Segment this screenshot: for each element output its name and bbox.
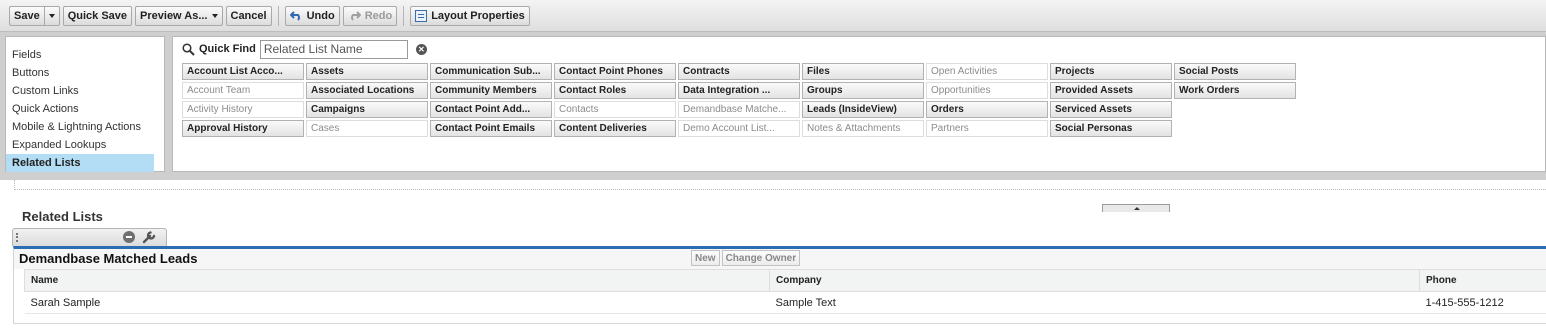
palette-item[interactable]: Associated Locations: [306, 82, 428, 99]
palette-item[interactable]: Notes & Attachments: [802, 120, 924, 137]
palette-item[interactable]: Projects: [1050, 63, 1172, 80]
cancel-button[interactable]: Cancel: [225, 5, 272, 26]
quick-find-input[interactable]: [259, 39, 408, 59]
redo-button[interactable]: Redo: [342, 5, 398, 26]
palette-item[interactable]: Activity History: [182, 101, 304, 118]
palette-item[interactable]: Partners: [926, 120, 1048, 137]
save-dropdown-button[interactable]: [44, 5, 60, 26]
palette-item[interactable]: Serviced Assets: [1050, 101, 1172, 118]
palette-item[interactable]: Contact Point Phones: [554, 63, 676, 80]
preview-as-label: Preview As...: [140, 9, 208, 22]
undo-icon: [289, 11, 300, 21]
palette-item[interactable]: Contracts: [678, 63, 800, 80]
palette-item[interactable]: Account List Acco...: [182, 63, 304, 80]
category-fields[interactable]: Fields: [6, 46, 154, 64]
wrench-icon[interactable]: [141, 230, 157, 244]
palette-item[interactable]: Leads (InsideView): [802, 101, 924, 118]
category-related-lists[interactable]: Related Lists: [6, 154, 154, 172]
palette-item[interactable]: Opportunities: [926, 82, 1048, 99]
redo-icon: [350, 11, 361, 21]
palette-item[interactable]: Content Deliveries: [554, 120, 676, 137]
change-owner-button[interactable]: Change Owner: [721, 250, 801, 266]
table-row: Sarah Sample Sample Text 1-415-555-1212: [24, 291, 1546, 314]
save-split-button: Save: [9, 5, 60, 26]
quick-find-label: Quick Find: [199, 43, 256, 55]
palette-item[interactable]: Account Team: [182, 82, 304, 99]
palette-item[interactable]: Data Integration ...: [678, 82, 800, 99]
toolbar: Save Quick Save Preview As... Cancel Und…: [0, 0, 1546, 32]
palette-item[interactable]: Provided Assets: [1050, 82, 1172, 99]
chevron-down-icon: [48, 13, 55, 18]
related-lists-section-title: Related Lists: [22, 209, 103, 224]
section-bottom-border: [13, 323, 1546, 324]
column-header-phone[interactable]: Phone: [1419, 269, 1546, 292]
palette-panel: Fields Buttons Custom Links Quick Action…: [0, 32, 1546, 212]
palette-item[interactable]: Assets: [306, 63, 428, 80]
palette-item[interactable]: Files: [802, 63, 924, 80]
palette-item[interactable]: Groups: [802, 82, 924, 99]
related-list-buttons: New Change Owner: [691, 250, 801, 266]
palette-item[interactable]: Cases: [306, 120, 428, 137]
palette-item[interactable]: Work Orders: [1174, 82, 1296, 99]
clear-icon[interactable]: ✕: [415, 43, 427, 55]
palette-item[interactable]: Contact Point Add...: [430, 101, 552, 118]
palette-item[interactable]: Demandbase Matche...: [678, 101, 800, 118]
quick-save-button[interactable]: Quick Save: [62, 5, 133, 26]
table-header-row: Name Company Phone: [24, 269, 1546, 292]
related-list-title: Demandbase Matched Leads: [19, 251, 198, 266]
related-list-demandbase-matched-leads: Demandbase Matched Leads New Change Owne…: [13, 246, 1546, 324]
category-expanded-lookups[interactable]: Expanded Lookups: [6, 136, 154, 154]
category-buttons[interactable]: Buttons: [6, 64, 154, 82]
remove-icon[interactable]: [123, 231, 135, 243]
quick-find: Quick Find ✕: [182, 39, 427, 59]
layout-properties-button[interactable]: Layout Properties: [410, 5, 530, 26]
palette-item-grid: Account List Acco... Account Team Activity…: [182, 63, 1296, 137]
redo-label: Redo: [364, 9, 393, 22]
palette-item[interactable]: Campaigns: [306, 101, 428, 118]
cell-company: Sample Text: [769, 291, 1420, 314]
new-button[interactable]: New: [691, 250, 720, 266]
layout-section-placeholder: [14, 180, 1546, 190]
palette-item[interactable]: Social Personas: [1050, 120, 1172, 137]
palette-item[interactable]: Communication Sub...: [430, 63, 552, 80]
cell-name: Sarah Sample: [24, 291, 770, 314]
related-list-header: Demandbase Matched Leads New Change Owne…: [14, 249, 1546, 269]
category-quick-actions[interactable]: Quick Actions: [6, 100, 154, 118]
palette-item[interactable]: Contact Point Emails: [430, 120, 552, 137]
category-custom-links[interactable]: Custom Links: [6, 82, 154, 100]
palette-item[interactable]: Contacts: [554, 101, 676, 118]
column-header-name[interactable]: Name: [24, 269, 770, 292]
column-header-company[interactable]: Company: [769, 269, 1420, 292]
undo-label: Undo: [306, 9, 335, 22]
layout-properties-icon: [415, 9, 428, 22]
palette-items-area: Quick Find ✕ Account List Acco...Account…: [172, 36, 1546, 172]
palette-item[interactable]: Open Activities: [926, 63, 1048, 80]
palette-collapse-handle[interactable]: [1102, 204, 1170, 212]
palette-item[interactable]: Demo Account List...: [678, 120, 800, 137]
toolbar-divider: [277, 5, 279, 26]
category-mobile-lightning-actions[interactable]: Mobile & Lightning Actions: [6, 118, 154, 136]
palette-item[interactable]: Contact Roles: [554, 82, 676, 99]
save-button[interactable]: Save: [9, 5, 45, 26]
search-icon: [182, 42, 195, 56]
chevron-down-icon: [211, 13, 218, 18]
toolbar-divider: [403, 5, 405, 26]
palette-item[interactable]: Community Members: [430, 82, 552, 99]
palette-item[interactable]: Orders: [926, 101, 1048, 118]
related-list-table: Name Company Phone Sarah Sample Sample T…: [24, 269, 1546, 314]
cell-phone: 1-415-555-1212: [1419, 291, 1546, 314]
preview-as-button[interactable]: Preview As...: [135, 5, 223, 26]
related-list-toolbar-tab[interactable]: [12, 228, 167, 246]
undo-button[interactable]: Undo: [284, 5, 340, 26]
palette-item[interactable]: Approval History: [182, 120, 304, 137]
drag-handle-icon[interactable]: [16, 233, 18, 242]
layout-properties-label: Layout Properties: [431, 9, 525, 22]
palette-category-list: Fields Buttons Custom Links Quick Action…: [5, 36, 165, 172]
palette-item[interactable]: Social Posts: [1174, 63, 1296, 80]
